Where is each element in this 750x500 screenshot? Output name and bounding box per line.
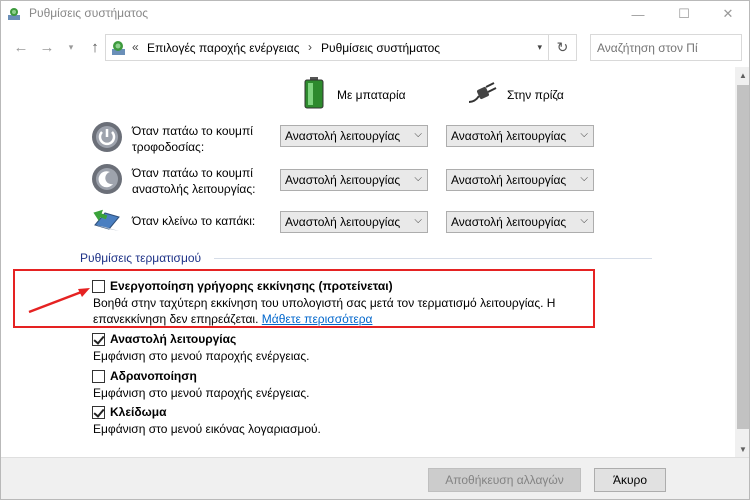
chevron-down-icon: ⌵ (580, 215, 588, 226)
hibernate-checkbox[interactable] (92, 370, 105, 383)
fast-startup-title: Ενεργοποίηση γρήγορης εκκίνησης (προτείν… (110, 279, 393, 293)
breadcrumb-separator[interactable]: › (308, 40, 312, 54)
control-panel-icon (112, 41, 125, 55)
sleep-checkbox[interactable] (92, 333, 105, 346)
save-changes-button[interactable]: Αποθήκευση αλλαγών (428, 468, 581, 492)
column-plugged-in: Στην πρίζα (507, 88, 564, 102)
breadcrumb-overflow[interactable]: « (132, 40, 139, 54)
select-value: Αναστολή λειτουργίας (451, 173, 567, 187)
sleep-button-label: Όταν πατάω το κουμπί αναστολής λειτουργί… (132, 166, 256, 196)
red-arrow-icon (28, 288, 90, 314)
column-battery: Με μπαταρία (337, 88, 406, 102)
cancel-button[interactable]: Άκυρο (594, 468, 666, 492)
section-divider (214, 258, 652, 259)
forward-arrow-icon[interactable]: → (37, 37, 57, 57)
chevron-down-icon: ⌵ (414, 173, 422, 184)
power-options-icon (8, 8, 20, 20)
sleep-description: Εμφάνιση στο μενού παροχής ενέργειας. (93, 349, 310, 363)
fast-startup-description-line2: επανεκκίνηση δεν επηρεάζεται. Μάθετε περ… (93, 311, 372, 327)
chevron-down-icon: ⌵ (580, 173, 588, 184)
select-value: Αναστολή λειτουργίας (285, 173, 401, 187)
hibernate-title: Αδρανοποίηση (110, 369, 197, 383)
hibernate-description: Εμφάνιση στο μενού παροχής ενέργειας. (93, 386, 310, 400)
up-arrow-icon[interactable]: ↑ (85, 37, 105, 57)
lock-checkbox[interactable] (92, 406, 105, 419)
shutdown-settings-heading: Ρυθμίσεις τερματισμού (80, 251, 202, 265)
sleep-button-battery-select[interactable]: Αναστολή λειτουργίας ⌵ (280, 169, 428, 191)
lid-close-label: Όταν κλείνω το καπάκι: (132, 214, 256, 228)
chevron-down-icon: ⌵ (414, 129, 422, 140)
recent-locations-chevron-icon[interactable]: ▾ (61, 37, 81, 57)
vertical-scrollbar[interactable]: ▲ ▼ (735, 67, 749, 457)
sleep-button-plugged-select[interactable]: Αναστολή λειτουργίας ⌵ (446, 169, 594, 191)
lid-close-plugged-select[interactable]: Αναστολή λειτουργίας ⌵ (446, 211, 594, 233)
laptop-lid-icon (93, 209, 120, 231)
scroll-down-icon[interactable]: ▼ (735, 441, 749, 457)
power-button-plugged-select[interactable]: Αναστολή λειτουργίας ⌵ (446, 125, 594, 147)
power-button-battery-select[interactable]: Αναστολή λειτουργίας ⌵ (280, 125, 428, 147)
scroll-up-icon[interactable]: ▲ (735, 67, 749, 83)
fast-startup-checkbox[interactable] (92, 280, 105, 293)
lid-close-battery-select[interactable]: Αναστολή λειτουργίας ⌵ (280, 211, 428, 233)
power-button-label: Όταν πατάω το κουμπί τροφοδοσίας: (132, 124, 253, 154)
title-bar: Ρυθμίσεις συστήματος — ☐ ✕ (1, 1, 749, 27)
window-title: Ρυθμίσεις συστήματος (29, 6, 149, 20)
scrollbar-thumb[interactable] (737, 85, 749, 429)
power-button-icon (92, 122, 122, 152)
sleep-button-icon (92, 164, 122, 194)
battery-icon (304, 77, 324, 109)
breadcrumb-system-settings[interactable]: Ρυθμίσεις συστήματος (321, 41, 440, 55)
content-area: Με μπαταρία Στην πρίζα Όταν πατάω το κου… (1, 67, 735, 457)
sleep-title: Αναστολή λειτουργίας (110, 332, 237, 346)
search-input[interactable] (590, 34, 742, 61)
power-plug-icon (468, 82, 497, 103)
chevron-down-icon: ⌵ (580, 129, 588, 140)
address-bar-row: ← → ▾ ↑ « Επιλογές παροχής ενέργειας › Ρ… (1, 27, 749, 67)
close-button[interactable]: ✕ (705, 1, 749, 27)
footer-bar: Αποθήκευση αλλαγών Άκυρο (1, 457, 749, 499)
select-value: Αναστολή λειτουργίας (451, 129, 567, 143)
window: Ρυθμίσεις συστήματος — ☐ ✕ ← → ▾ ↑ « Επι… (0, 0, 750, 500)
address-bar[interactable]: « Επιλογές παροχής ενέργειας › Ρυθμίσεις… (105, 34, 549, 61)
chevron-down-icon: ⌵ (414, 215, 422, 226)
select-value: Αναστολή λειτουργίας (451, 215, 567, 229)
fast-startup-description: Βοηθά στην ταχύτερη εκκίνηση του υπολογι… (93, 296, 556, 310)
maximize-button[interactable]: ☐ (661, 1, 707, 27)
minimize-button[interactable]: — (615, 1, 661, 27)
select-value: Αναστολή λειτουργίας (285, 129, 401, 143)
learn-more-link[interactable]: Μάθετε περισσότερα (262, 312, 373, 326)
address-dropdown-chevron-icon[interactable]: ▾ (537, 42, 542, 53)
back-arrow-icon[interactable]: ← (11, 37, 31, 57)
fast-startup-note: επανεκκίνηση δεν επηρεάζεται. (93, 312, 259, 326)
lock-title: Κλείδωμα (110, 405, 167, 419)
refresh-icon[interactable]: ↻ (549, 34, 577, 61)
lock-description: Εμφάνιση στο μενού εικόνας λογαριασμού. (93, 422, 321, 436)
select-value: Αναστολή λειτουργίας (285, 215, 401, 229)
breadcrumb-power-options[interactable]: Επιλογές παροχής ενέργειας (147, 41, 299, 55)
